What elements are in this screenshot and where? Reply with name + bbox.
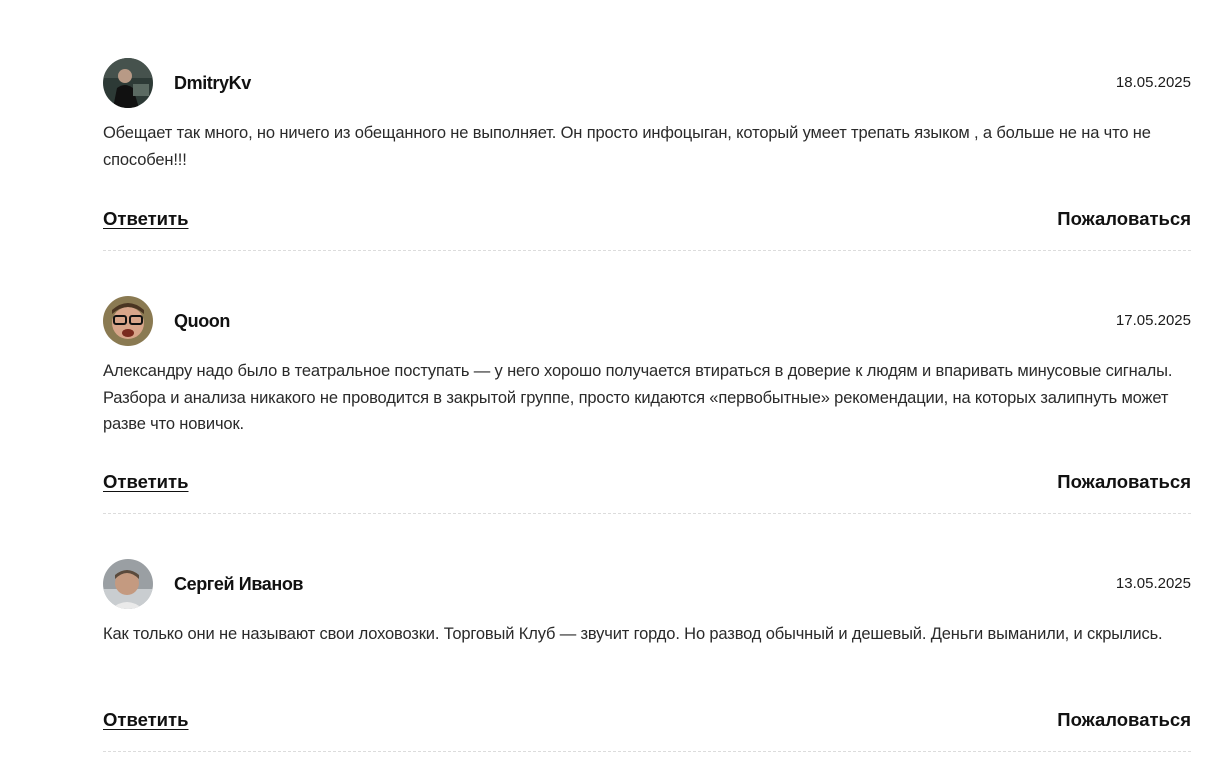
user-avatar[interactable] bbox=[103, 559, 153, 609]
comment-text: Александру надо было в театральное посту… bbox=[103, 362, 1173, 433]
comment-item: DmitryKv 18.05.2025 Обещает так много, н… bbox=[103, 58, 1191, 251]
comment-header: Сергей Иванов 13.05.2025 bbox=[103, 559, 1191, 609]
comment-author: Сергей Иванов bbox=[174, 574, 304, 594]
comment-date: 18.05.2025 bbox=[1115, 74, 1191, 91]
comment-header: DmitryKv 18.05.2025 bbox=[103, 58, 1191, 108]
comment-date: 13.05.2025 bbox=[1115, 575, 1191, 592]
user-avatar[interactable] bbox=[103, 58, 153, 108]
report-link[interactable]: Пожаловаться bbox=[1057, 709, 1191, 731]
comment-item: Quoon 17.05.2025 Александру надо было в … bbox=[103, 296, 1191, 514]
avatar-image bbox=[103, 296, 153, 346]
report-link[interactable]: Пожаловаться bbox=[1057, 471, 1191, 493]
avatar-image bbox=[103, 58, 153, 108]
comment-item: Сергей Иванов 13.05.2025 Как только они … bbox=[103, 559, 1191, 752]
comment-author: DmitryKv bbox=[174, 73, 251, 93]
comment-text: Как только они не называют свои лоховозк… bbox=[103, 625, 1163, 643]
user-avatar[interactable] bbox=[103, 296, 153, 346]
comment-author: Quoon bbox=[174, 311, 230, 331]
comment-date: 17.05.2025 bbox=[1115, 312, 1191, 329]
reply-link[interactable]: Ответить bbox=[103, 709, 189, 731]
reply-link[interactable]: Ответить bbox=[103, 208, 189, 230]
reply-link[interactable]: Ответить bbox=[103, 471, 189, 493]
comment-text: Обещает так много, но ничего из обещанно… bbox=[103, 124, 1151, 169]
comment-header: Quoon 17.05.2025 bbox=[103, 296, 1191, 346]
avatar-image bbox=[103, 559, 153, 609]
report-link[interactable]: Пожаловаться bbox=[1057, 208, 1191, 230]
